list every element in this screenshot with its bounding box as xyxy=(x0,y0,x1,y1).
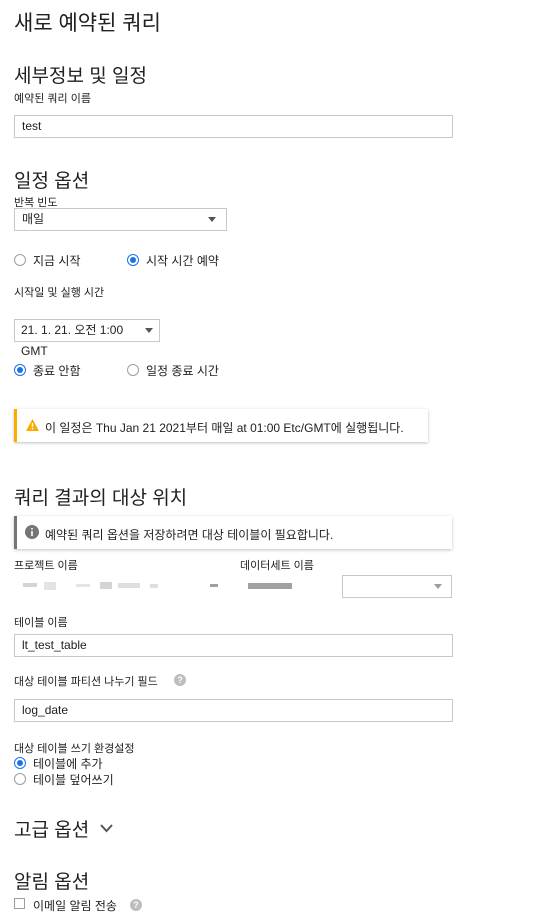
redacted-text xyxy=(76,584,90,587)
partition-field-input[interactable]: log_date xyxy=(14,699,453,722)
schedule-start-radio[interactable] xyxy=(127,254,139,266)
write-pref-label: 대상 테이블 쓰기 환경설정 xyxy=(14,743,135,755)
redacted-text xyxy=(248,583,292,589)
destination-info-notice: 예약된 쿼리 옵션을 저장하려면 대상 테이블이 필요합니다. xyxy=(14,516,452,549)
end-never-label: 종료 안함 xyxy=(33,364,81,378)
partition-label: 대상 테이블 파티션 나누기 필드 xyxy=(14,676,158,688)
chevron-down-icon xyxy=(434,584,442,589)
start-time-caret-icon xyxy=(145,328,153,333)
redacted-text xyxy=(210,584,218,587)
advanced-options-toggle[interactable]: 고급 옵션 xyxy=(14,815,113,841)
overwrite-radio[interactable] xyxy=(14,773,26,785)
email-label: 이메일 알림 전송 xyxy=(33,899,117,913)
table-label: 테이블 이름 xyxy=(14,617,68,629)
overwrite-label: 테이블 덮어쓰기 xyxy=(33,773,114,787)
redacted-text xyxy=(100,582,112,589)
warning-icon xyxy=(26,419,39,431)
schedule-notice: 이 일정은 Thu Jan 21 2021부터 매일 at 01:00 Etc/… xyxy=(14,409,428,442)
start-now-label: 지금 시작 xyxy=(33,254,81,268)
redacted-text xyxy=(150,584,158,588)
start-time-label: 시작일 및 실행 시간 xyxy=(14,287,105,299)
project-select[interactable] xyxy=(14,574,225,599)
append-label: 테이블에 추가 xyxy=(33,757,103,771)
chevron-down-icon xyxy=(208,217,216,222)
project-label: 프로젝트 이름 xyxy=(14,560,78,572)
schedule-start-label: 시작 시간 예약 xyxy=(146,254,219,268)
query-name-input[interactable]: test xyxy=(14,115,453,138)
redacted-text xyxy=(118,583,140,588)
help-icon[interactable]: ? xyxy=(174,674,186,686)
chevron-down-icon xyxy=(100,824,113,833)
schedule-heading: 일정 옵션 xyxy=(14,171,90,192)
end-never-radio[interactable] xyxy=(14,364,26,376)
info-icon xyxy=(25,525,39,539)
repeat-select-value: 매일 xyxy=(22,212,45,226)
advanced-heading: 고급 옵션 xyxy=(14,820,90,841)
start-now-radio[interactable] xyxy=(14,254,26,266)
redacted-text xyxy=(44,582,56,590)
end-time-radio[interactable] xyxy=(127,364,139,376)
end-time-label: 일정 종료 시간 xyxy=(146,364,219,378)
redacted-text xyxy=(23,583,37,587)
query-name-label: 예약된 쿼리 이름 xyxy=(14,93,91,105)
start-time-input[interactable]: 21. 1. 21. 오전 1:00 GMT xyxy=(14,319,160,358)
dataset-select[interactable] xyxy=(240,574,453,599)
email-checkbox[interactable] xyxy=(14,898,25,909)
destination-heading: 쿼리 결과의 대상 위치 xyxy=(14,488,188,509)
dataset-label: 데이터세트 이름 xyxy=(240,560,314,572)
repeat-select[interactable]: 매일 xyxy=(14,208,227,231)
schedule-notice-text: 이 일정은 Thu Jan 21 2021부터 매일 at 01:00 Etc/… xyxy=(45,421,404,435)
table-name-input[interactable]: lt_test_table xyxy=(14,634,453,657)
notifications-heading: 알림 옵션 xyxy=(14,872,90,893)
details-heading: 세부정보 및 일정 xyxy=(14,66,147,87)
page-title: 새로 예약된 쿼리 xyxy=(14,12,161,35)
append-radio[interactable] xyxy=(14,757,26,769)
help-icon[interactable]: ? xyxy=(130,899,142,911)
destination-info-text: 예약된 쿼리 옵션을 저장하려면 대상 테이블이 필요합니다. xyxy=(45,528,334,542)
